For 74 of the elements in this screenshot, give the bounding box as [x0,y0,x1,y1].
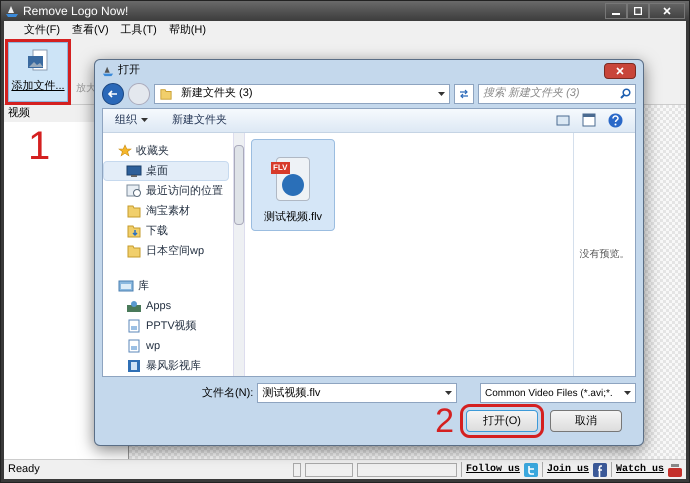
file-item[interactable]: FLV 测试视频.flv [251,138,335,231]
caret-icon [624,391,631,396]
folder-icon [126,204,142,218]
annotation-number: 1 [28,126,50,166]
refresh-icon [459,88,469,98]
status-text: Ready [8,462,40,478]
nav-item[interactable]: 桌面 [103,160,229,181]
close-icon [663,7,671,15]
desktop-icon [126,164,142,178]
nav-item[interactable]: PPTV视频 [103,316,229,336]
nav-item[interactable]: 库 [103,276,229,296]
video-logo-icon[interactable] [668,462,682,476]
folder-icon [159,88,173,100]
caret-icon [141,118,148,122]
nav-item[interactable]: 暴风影视库 [103,356,229,376]
social-link[interactable]: Follow us [466,462,520,477]
field-label: 文件名(N): [202,386,254,402]
back-arrow-icon [108,90,118,98]
breadcrumb[interactable]: 新建文件夹 (3) [181,85,252,102]
back-button[interactable] [102,82,124,104]
nav-item[interactable]: Apps [103,296,229,316]
file-type-dropdown[interactable]: Common Video Files (*.avi;*. [480,383,636,404]
menu-item[interactable]: 文件(F) [24,22,60,38]
minimize-button[interactable] [605,3,627,19]
status-pane [304,462,353,476]
search-input[interactable]: 搜索 新建文件夹 (3) [483,85,620,102]
view-icon[interactable] [556,114,570,126]
nav-item[interactable]: wp [103,336,229,356]
document-library-icon [126,318,142,333]
nav-item[interactable]: 收藏夹 [103,140,229,161]
file-type-label: FLV [271,162,290,174]
folder-icon [126,244,142,258]
menu-item[interactable]: 工具(T) [120,22,157,38]
window-title: Remove Logo Now! [23,3,128,20]
library-icon [118,278,134,293]
star-icon [118,144,132,158]
file-name: 测试视频.flv [264,210,322,226]
document-library-icon [126,338,142,353]
close-button[interactable] [649,3,685,19]
nav-item[interactable]: 淘宝素材 [103,200,229,221]
refresh-button[interactable] [454,84,474,104]
dialog-title: 打开 [118,63,140,78]
nav-item[interactable]: 日本空间wp [103,240,229,261]
close-icon [616,66,624,75]
command-button[interactable]: 新建文件夹 [172,112,227,129]
search-field[interactable]: 搜索 新建文件夹 (3) [478,84,636,104]
annotation-number: 2 [435,404,454,438]
caret-icon [445,391,452,396]
dialog-button[interactable]: 取消 [550,410,622,432]
preview-pane-icon[interactable] [582,113,596,128]
nav-item[interactable]: 下载 [103,220,229,241]
status-pane [292,462,301,476]
help-icon[interactable] [608,112,623,128]
scrollbar-thumb[interactable] [234,144,244,225]
maximize-icon [634,7,642,15]
filename-field[interactable]: 测试视频.flv [257,383,458,404]
social-link[interactable]: Watch us [616,462,664,477]
download-folder-icon [126,224,142,238]
f-logo-icon[interactable] [592,462,607,476]
search-icon [620,88,631,99]
preview-message: 没有预览。 [580,248,630,262]
social-link[interactable]: Join us [546,462,589,477]
close-button[interactable] [604,62,636,79]
nav-item[interactable]: 最近访问的位置 [103,180,229,201]
app-logo-icon [5,5,19,17]
maximize-button[interactable] [627,3,649,19]
menu-item[interactable]: 帮助(H) [168,22,206,38]
film-icon [126,358,142,373]
menu-item[interactable]: 查看(V) [72,22,109,38]
caret-icon [438,92,445,96]
apps-icon [126,298,142,313]
app-logo-icon [102,64,114,77]
recent-places-icon [126,184,142,198]
address-bar[interactable]: 新建文件夹 (3) [154,84,450,104]
